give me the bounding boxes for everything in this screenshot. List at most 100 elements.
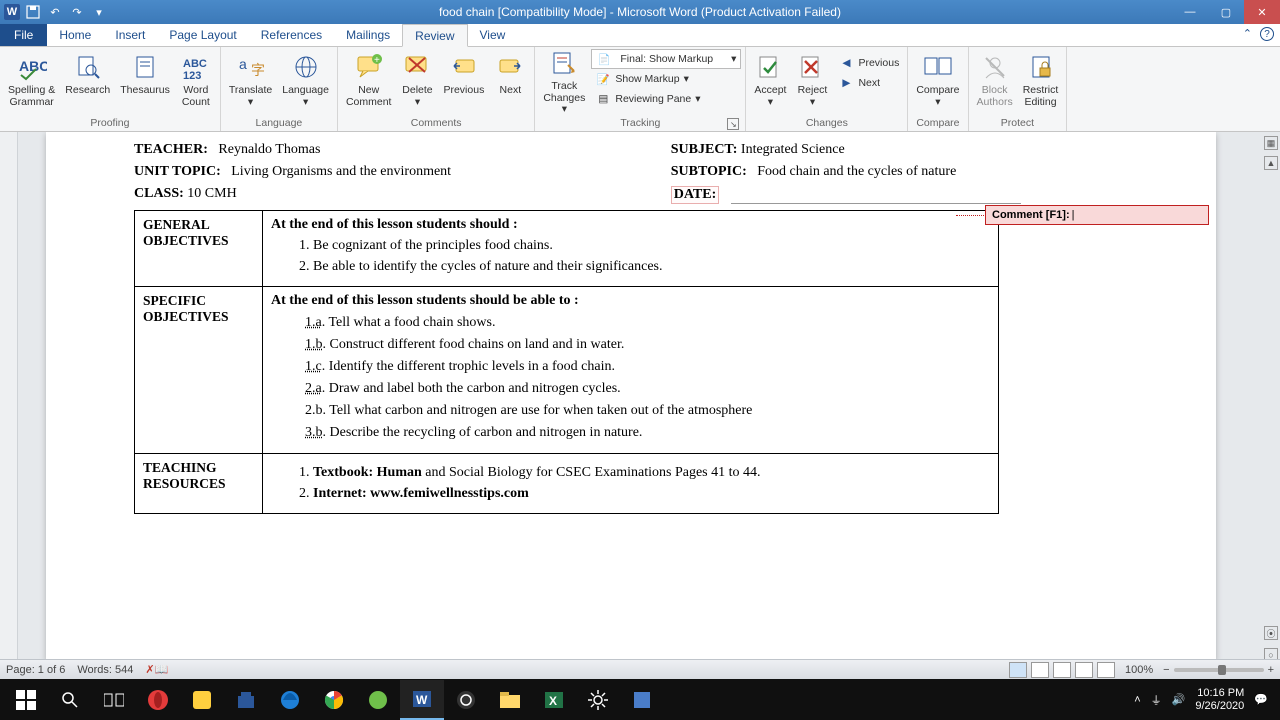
reject-button[interactable]: Reject▾ — [792, 49, 832, 115]
taskbar-edge[interactable] — [268, 680, 312, 720]
tab-mailings[interactable]: Mailings — [334, 24, 402, 46]
tab-page-layout[interactable]: Page Layout — [157, 24, 248, 46]
specific-item: 3.b. Describe the recycling of carbon an… — [305, 425, 990, 441]
qat-customize-icon[interactable]: ▾ — [90, 3, 108, 21]
minimize-ribbon-icon[interactable]: ⌃ — [1243, 27, 1252, 41]
window-title: food chain [Compatibility Mode] - Micros… — [439, 5, 841, 19]
view-draft[interactable] — [1097, 662, 1115, 678]
group-label-language: Language — [225, 115, 333, 132]
prev-comment-icon — [448, 51, 480, 83]
view-full-screen[interactable] — [1031, 662, 1049, 678]
tab-review[interactable]: Review — [402, 24, 467, 47]
tray-network-icon[interactable]: ⏚ — [1151, 692, 1162, 708]
taskbar-obs[interactable] — [444, 680, 488, 720]
tab-file[interactable]: File — [0, 24, 47, 46]
ruler-toggle[interactable]: ▦ — [1264, 136, 1278, 150]
tray-expand-icon[interactable]: ˄ — [1134, 694, 1140, 706]
qat-undo-icon[interactable]: ↶ — [46, 3, 64, 21]
search-button[interactable] — [48, 680, 92, 720]
close-button[interactable]: ✕ — [1244, 0, 1280, 24]
status-page[interactable]: Page: 1 of 6 — [6, 664, 65, 676]
display-for-review-dropdown[interactable]: 📄 Final: Show Markup ▾ — [591, 49, 741, 69]
new-comment-button[interactable]: + New Comment — [342, 49, 396, 115]
translate-button[interactable]: a字 Translate▾ — [225, 49, 276, 115]
show-markup-button[interactable]: 📝 Show Markup ▾ — [591, 69, 741, 89]
zoom-slider[interactable] — [1174, 668, 1264, 672]
chevron-down-icon: ▾ — [684, 73, 689, 85]
teaching-resources-head: TEACHING RESOURCES — [135, 454, 263, 514]
taskbar-store[interactable] — [224, 680, 268, 720]
tab-insert[interactable]: Insert — [103, 24, 157, 46]
group-comments: + New Comment Delete▾ Previous Next Comm… — [338, 47, 535, 131]
class-label: CLASS: — [134, 186, 184, 201]
taskbar-opera[interactable] — [136, 680, 180, 720]
comment-text[interactable]: | — [1072, 209, 1075, 221]
taskbar-word[interactable]: W — [400, 680, 444, 720]
status-proofing-icon[interactable]: ✗📖 — [145, 663, 168, 676]
maximize-button[interactable]: ▢ — [1208, 0, 1244, 24]
qat-redo-icon[interactable]: ↷ — [68, 3, 86, 21]
specific-item: 1.a. Tell what a food chain shows. — [305, 315, 990, 331]
restrict-editing-button[interactable]: Restrict Editing — [1019, 49, 1063, 115]
track-changes-button[interactable]: Track Changes▾ — [539, 49, 589, 115]
taskbar-chrome[interactable] — [312, 680, 356, 720]
browse-prev-icon[interactable]: ⦿ — [1264, 626, 1278, 640]
prev-page-icon[interactable]: ▲ — [1264, 156, 1278, 170]
taskbar-settings[interactable] — [576, 680, 620, 720]
tray-clock[interactable]: 10:16 PM 9/26/2020 — [1195, 687, 1244, 712]
zoom-out-button[interactable]: − — [1163, 664, 1169, 676]
specific-item: 1.b. Construct different food chains on … — [305, 337, 990, 353]
next-change-button[interactable]: ▶ Next — [834, 73, 903, 93]
qat-save-icon[interactable] — [24, 3, 42, 21]
svg-text:ABC: ABC — [183, 58, 207, 70]
start-button[interactable] — [4, 680, 48, 720]
next-comment-button[interactable]: Next — [490, 49, 530, 115]
view-outline[interactable] — [1075, 662, 1093, 678]
title-bar: W ↶ ↷ ▾ food chain [Compatibility Mode] … — [0, 0, 1280, 24]
resource-item: Internet: www.femiwellnesstips.com — [313, 486, 990, 502]
taskbar-notes[interactable] — [180, 680, 224, 720]
new-comment-icon: + — [353, 51, 385, 83]
language-button[interactable]: Language▾ — [278, 49, 333, 115]
thesaurus-button[interactable]: Thesaurus — [116, 49, 174, 115]
previous-comment-button[interactable]: Previous — [439, 49, 488, 115]
word-count-button[interactable]: ABC123 Word Count — [176, 49, 216, 115]
taskbar-app1[interactable] — [356, 680, 400, 720]
task-view-button[interactable] — [92, 680, 136, 720]
delete-comment-button[interactable]: Delete▾ — [397, 49, 437, 115]
research-icon — [72, 51, 104, 83]
previous-change-button[interactable]: ◀ Previous — [834, 53, 903, 73]
compare-button[interactable]: Compare▾ — [912, 49, 963, 115]
taskbar-app2[interactable] — [620, 680, 664, 720]
word-count-icon: ABC123 — [180, 51, 212, 83]
tab-view[interactable]: View — [468, 24, 518, 46]
subject-value: Integrated Science — [741, 142, 845, 157]
taskbar-excel[interactable]: X — [532, 680, 576, 720]
tray-volume-icon[interactable]: 🔊 — [1172, 693, 1186, 706]
research-button[interactable]: Research — [61, 49, 114, 115]
delete-comment-icon — [401, 51, 433, 83]
view-print-layout[interactable] — [1009, 662, 1027, 678]
reviewing-pane-icon: ▤ — [595, 91, 611, 107]
chevron-down-icon: ▾ — [695, 93, 700, 105]
tab-references[interactable]: References — [249, 24, 334, 46]
help-icon[interactable]: ? — [1260, 27, 1274, 41]
zoom-in-button[interactable]: + — [1268, 664, 1274, 676]
comment-callout[interactable]: Comment [F1]: | — [985, 205, 1209, 225]
status-words[interactable]: Words: 544 — [77, 664, 133, 676]
view-web-layout[interactable] — [1053, 662, 1071, 678]
tab-home[interactable]: Home — [47, 24, 103, 46]
zoom-level[interactable]: 100% — [1125, 664, 1153, 676]
date-field[interactable] — [731, 186, 1021, 204]
specific-intro: At the end of this lesson students shoul… — [271, 293, 990, 309]
reviewing-pane-button[interactable]: ▤ Reviewing Pane ▾ — [591, 89, 741, 109]
group-tracking: Track Changes▾ 📄 Final: Show Markup ▾ 📝 … — [535, 47, 746, 131]
tray-notifications-icon[interactable]: 💬 — [1254, 693, 1268, 706]
group-language: a字 Translate▾ Language▾ Language — [221, 47, 338, 131]
accept-button[interactable]: Accept▾ — [750, 49, 790, 115]
tracking-dialog-launcher[interactable]: ↘ — [727, 118, 739, 130]
svg-text:字: 字 — [251, 62, 265, 78]
spelling-grammar-button[interactable]: ABC Spelling & Grammar — [4, 49, 59, 115]
taskbar-explorer[interactable] — [488, 680, 532, 720]
minimize-button[interactable]: — — [1172, 0, 1208, 24]
